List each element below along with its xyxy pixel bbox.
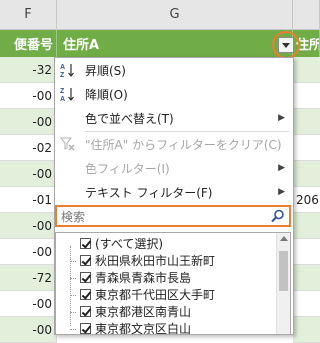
cell-h-10[interactable] <box>293 291 320 317</box>
sort-ascending-label: 昇順(S) <box>85 63 126 78</box>
sort-az-icon: AZ <box>59 61 77 79</box>
menu-item-clear-filter: "住所A" からフィルターをクリア(C) <box>55 132 293 156</box>
scroll-up-icon[interactable] <box>280 236 288 241</box>
text-filter-label: テキスト フィルター(F) <box>85 185 213 200</box>
checkbox-checked[interactable] <box>80 306 91 317</box>
svg-text:Z: Z <box>60 88 65 95</box>
tree-branch <box>70 329 76 330</box>
cell-f-7[interactable]: -00 <box>0 213 57 239</box>
cell-h-6[interactable]: 206 <box>293 187 320 213</box>
list-item-label: 東京都千代田区大手町 <box>95 288 216 302</box>
svg-text:A: A <box>60 96 65 102</box>
cell-f-5[interactable]: -00 <box>0 161 57 187</box>
column-header-h[interactable] <box>293 0 320 30</box>
cell-h-3[interactable] <box>293 109 320 135</box>
search-placeholder: 検索 <box>61 209 86 224</box>
checkbox-checked[interactable] <box>80 289 91 300</box>
table-header-row: 便番号 住所A 住所 <box>0 30 320 57</box>
list-item[interactable]: 秋田県秋田市山王新町 <box>80 252 215 269</box>
list-item-label: 秋田県秋田市山王新町 <box>95 254 216 268</box>
cell-f-8[interactable]: -00 <box>0 239 57 265</box>
cell-h-11[interactable] <box>293 317 320 343</box>
sort-descending-label: 降順(O) <box>85 87 128 102</box>
cell-f-3[interactable]: -00 <box>0 109 57 135</box>
sort-za-icon: ZA <box>59 85 77 103</box>
autofilter-menu: AZ 昇順(S) ZA 降順(O) 色で並べ替え(T) ▶ "住所A" からフィ… <box>54 57 294 335</box>
cell-f-6[interactable]: -01 <box>0 187 57 213</box>
checkbox-checked[interactable] <box>80 238 91 249</box>
magnifier-icon <box>271 209 285 223</box>
column-header-g[interactable]: G <box>57 0 293 30</box>
checkbox-checked[interactable] <box>80 323 91 334</box>
menu-item-sort-descending[interactable]: ZA 降順(O) <box>55 82 293 106</box>
cell-h-2[interactable] <box>293 83 320 109</box>
cell-f-2[interactable]: -00 <box>0 83 57 109</box>
cell-f-11[interactable]: -00 <box>0 317 57 343</box>
filter-value-list: (すべて選択) 秋田県秋田市山王新町 青森県青森市長島 東京都千代田区大手町 東… <box>55 232 291 335</box>
submenu-arrow-icon: ▶ <box>278 187 285 197</box>
submenu-arrow-icon: ▶ <box>278 113 285 123</box>
list-item-select-all[interactable]: (すべて選択) <box>80 235 163 252</box>
cell-h-5[interactable] <box>293 161 320 187</box>
tree-branch <box>70 278 76 279</box>
cell-f-10[interactable]: -00 <box>0 291 57 317</box>
cell-f-1[interactable]: -32 <box>0 57 57 83</box>
sort-by-color-label: 色で並べ替え(T) <box>85 111 174 126</box>
checkbox-checked[interactable] <box>80 272 91 283</box>
list-item-label: 青森県青森市長島 <box>95 271 192 285</box>
cell-f-9[interactable]: -72 <box>0 265 57 291</box>
cell-h-4[interactable] <box>293 135 320 161</box>
menu-item-color-filter: 色フィルター(I) ▶ <box>55 156 293 180</box>
cell-h-1[interactable] <box>293 57 320 83</box>
scroll-thumb[interactable] <box>279 251 288 291</box>
menu-item-sort-by-color[interactable]: 色で並べ替え(T) ▶ <box>55 106 293 130</box>
tree-branch <box>70 295 76 296</box>
tree-branch <box>70 261 76 262</box>
chevron-down-icon <box>282 42 290 48</box>
list-item[interactable]: 東京都文京区白山 <box>80 320 192 335</box>
menu-item-sort-ascending[interactable]: AZ 昇順(S) <box>55 58 293 82</box>
search-field[interactable]: 検索 <box>55 205 291 227</box>
cell-h-7[interactable] <box>293 213 320 239</box>
list-item[interactable]: 青森県青森市長島 <box>80 269 191 286</box>
header-cell-address-a[interactable]: 住所A <box>57 30 293 57</box>
header-cell-address-b[interactable]: 住所 <box>293 30 320 57</box>
header-cell-postal[interactable]: 便番号 <box>0 30 57 57</box>
clear-filter-label: "住所A" からフィルターをクリア(C) <box>85 137 282 152</box>
svg-text:A: A <box>60 64 65 71</box>
list-item-label: (すべて選択) <box>95 237 164 251</box>
list-item-label: 東京都港区南青山 <box>95 305 192 319</box>
column-header-f[interactable]: F <box>0 0 57 30</box>
list-item[interactable]: 東京都港区南青山 <box>80 303 191 320</box>
menu-item-text-filter[interactable]: テキスト フィルター(F) ▶ <box>55 180 293 204</box>
submenu-arrow-icon: ▶ <box>278 163 285 173</box>
tree-branch <box>70 312 76 313</box>
clear-filter-icon <box>59 135 77 153</box>
cell-h-8[interactable] <box>293 239 320 265</box>
svg-text:Z: Z <box>60 72 65 78</box>
list-item-label: 東京都文京区白山 <box>95 322 192 335</box>
list-item[interactable]: 東京都千代田区大手町 <box>80 286 215 303</box>
filter-dropdown-button[interactable] <box>278 37 294 53</box>
cell-f-4[interactable]: -02 <box>0 135 57 161</box>
color-filter-label: 色フィルター(I) <box>85 161 170 176</box>
checkbox-checked[interactable] <box>80 255 91 266</box>
list-scrollbar[interactable] <box>276 233 290 334</box>
tree-line <box>70 246 71 326</box>
cell-h-9[interactable] <box>293 265 320 291</box>
